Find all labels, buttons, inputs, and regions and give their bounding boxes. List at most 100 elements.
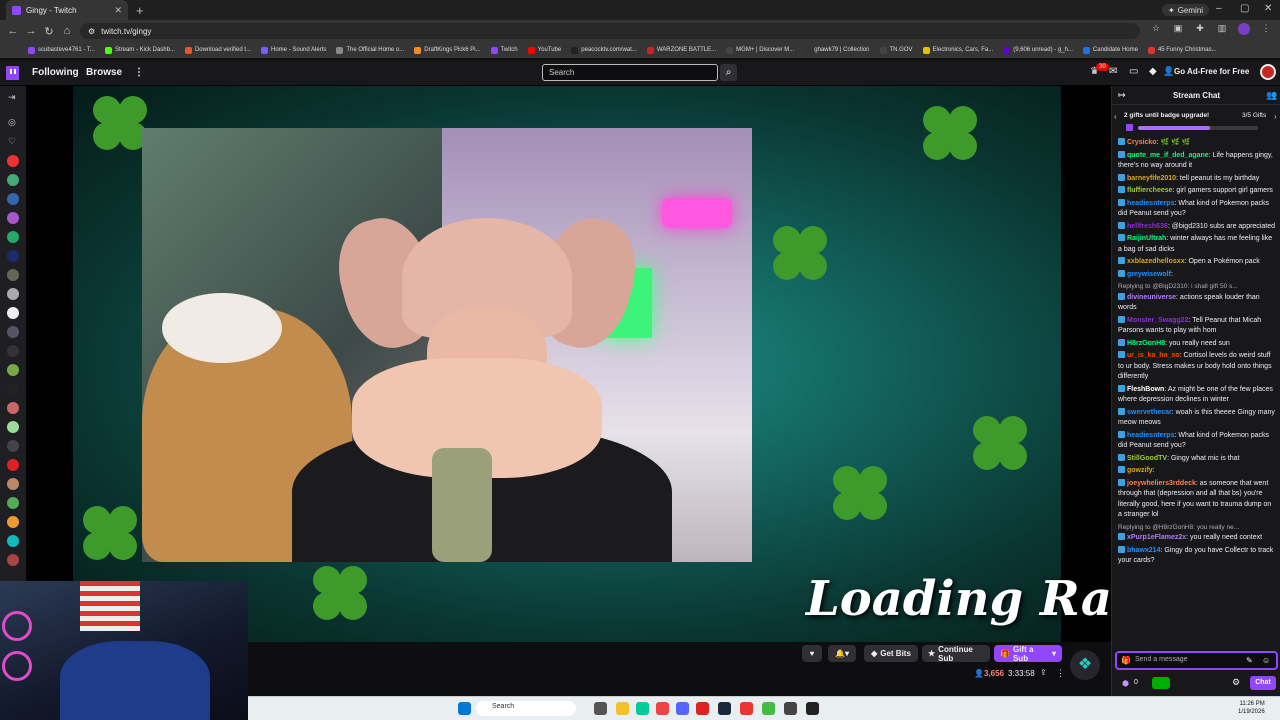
site-info-icon[interactable]: ⚙ bbox=[88, 27, 95, 36]
chat-username[interactable]: headiesnterps bbox=[1127, 432, 1174, 439]
continue-sub-button[interactable]: ★ Continue Sub bbox=[922, 645, 990, 663]
chat-username[interactable]: RaijinUltrah bbox=[1127, 235, 1166, 242]
search-icon[interactable]: ⌕ bbox=[720, 64, 737, 81]
bits-icon[interactable]: ◆ bbox=[1149, 66, 1157, 77]
chat-username[interactable]: hellfresh636 bbox=[1127, 223, 1168, 230]
chat-username[interactable]: joeywheliers3rddeck bbox=[1127, 480, 1196, 487]
edge-icon[interactable] bbox=[636, 702, 649, 715]
home-icon[interactable]: ⌂ bbox=[58, 25, 76, 37]
menu-icon[interactable]: ⋮ bbox=[1260, 23, 1272, 35]
channel-avatar[interactable] bbox=[7, 364, 19, 376]
chat-username[interactable]: FleshBown bbox=[1127, 386, 1164, 393]
app-icon[interactable] bbox=[696, 702, 709, 715]
minimize-icon[interactable]: – bbox=[1216, 3, 1222, 14]
inbox-icon[interactable]: ✉ bbox=[1109, 66, 1117, 77]
windows-start-icon[interactable] bbox=[458, 702, 471, 715]
chat-username[interactable]: swervethecar bbox=[1127, 409, 1172, 416]
browser-tab[interactable]: Gingy - Twitch ✕ bbox=[6, 0, 128, 20]
bookmark-item[interactable]: ghawk79 | Collection bbox=[804, 46, 870, 54]
chat-settings-icon[interactable]: ⚙ bbox=[1232, 677, 1240, 688]
extension-icon[interactable]: ▣ bbox=[1172, 23, 1184, 35]
chat-username[interactable]: xxblazedhellosxx bbox=[1127, 258, 1185, 265]
channel-avatar[interactable] bbox=[7, 326, 19, 338]
channel-avatar[interactable] bbox=[7, 402, 19, 414]
back-icon[interactable]: ← bbox=[4, 25, 22, 37]
bookmark-item[interactable]: peacocktv.com/wat... bbox=[571, 46, 637, 54]
next-icon[interactable]: › bbox=[1274, 112, 1277, 121]
chat-username[interactable]: bhawx214 bbox=[1127, 547, 1160, 554]
chat-username[interactable]: ur_is_ka_ha_so bbox=[1127, 352, 1180, 359]
bookmark-item[interactable]: (9,606 unread) - g_h... bbox=[1003, 46, 1073, 54]
channel-avatar[interactable] bbox=[7, 231, 19, 243]
chat-username[interactable]: H8rzGonH8 bbox=[1127, 340, 1165, 347]
bookmark-item[interactable]: The Official Home o... bbox=[336, 46, 404, 54]
channel-avatar[interactable] bbox=[7, 193, 19, 205]
url-field[interactable]: ⚙ twitch.tv/gingy bbox=[80, 23, 1140, 39]
app-icon[interactable] bbox=[806, 702, 819, 715]
twitch-logo-icon[interactable] bbox=[6, 66, 19, 80]
bookmark-item[interactable]: YouTube bbox=[527, 46, 561, 54]
share-icon[interactable]: ⇪ bbox=[1040, 668, 1047, 677]
window-close-icon[interactable]: ✕ bbox=[1264, 3, 1272, 14]
channel-avatar[interactable] bbox=[7, 478, 19, 490]
emote-picker-icon[interactable]: ☺ bbox=[1262, 656, 1270, 665]
expand-rail-icon[interactable]: ⇥ bbox=[8, 92, 16, 103]
prev-icon[interactable]: ‹ bbox=[1114, 112, 1117, 121]
user-avatar[interactable] bbox=[1260, 64, 1276, 80]
close-tab-icon[interactable]: ✕ bbox=[114, 5, 122, 16]
chat-input[interactable]: Send a message bbox=[1115, 651, 1278, 670]
chat-username[interactable]: gowzify bbox=[1127, 467, 1153, 474]
steam-icon[interactable] bbox=[718, 702, 731, 715]
channel-avatar[interactable] bbox=[7, 535, 19, 547]
browse-link[interactable]: Browse bbox=[86, 67, 122, 78]
bookmark-item[interactable]: 45 Funny Christmas... bbox=[1147, 46, 1217, 54]
maximize-icon[interactable]: ▢ bbox=[1240, 3, 1249, 14]
get-bits-button[interactable]: ◆ Get Bits bbox=[864, 645, 918, 662]
bookmark-item[interactable]: Home - Sound Alerts bbox=[261, 46, 326, 54]
channel-avatar[interactable] bbox=[7, 212, 19, 224]
bookmark-item[interactable]: TN.GOV bbox=[879, 46, 913, 54]
chat-username[interactable]: divineuniverse bbox=[1127, 294, 1176, 301]
community-icon[interactable]: 👥 bbox=[1266, 90, 1277, 101]
channel-avatar[interactable] bbox=[7, 155, 19, 167]
file-explorer-icon[interactable] bbox=[616, 702, 629, 715]
channel-avatar[interactable] bbox=[7, 269, 19, 281]
gift-chat-icon[interactable]: 🎁 bbox=[1121, 656, 1131, 665]
obs-icon[interactable] bbox=[784, 702, 797, 715]
reload-icon[interactable]: ↻ bbox=[40, 25, 58, 38]
chat-username[interactable]: quote_me_if_ded_agane bbox=[1127, 152, 1209, 159]
game-category-icon[interactable]: ❖ bbox=[1070, 650, 1100, 680]
bookmark-item[interactable]: WARZONE BATTLE... bbox=[646, 46, 716, 54]
chat-username[interactable]: greywisewolf bbox=[1127, 271, 1171, 278]
channel-avatar[interactable] bbox=[7, 516, 19, 528]
channel-points-icon[interactable]: ⬢ bbox=[1122, 679, 1129, 688]
channel-avatar[interactable] bbox=[7, 459, 19, 471]
notifications-bell-icon[interactable]: 🔔▾ bbox=[828, 645, 856, 662]
search-input[interactable]: Search bbox=[542, 64, 718, 81]
channel-avatar[interactable] bbox=[7, 554, 19, 566]
channel-avatar[interactable] bbox=[7, 497, 19, 509]
discord-icon[interactable] bbox=[676, 702, 689, 715]
chat-username[interactable]: StillGoodTV bbox=[1127, 455, 1167, 462]
gift-a-sub-button[interactable]: 🎁 Gift a Sub ▾ bbox=[994, 645, 1062, 663]
recommended-icon[interactable]: ◎ bbox=[8, 117, 16, 128]
channel-avatar[interactable] bbox=[7, 383, 19, 395]
video-player[interactable]: Loading Raid bbox=[26, 86, 1111, 642]
whispers-icon[interactable]: ▭ bbox=[1129, 66, 1138, 77]
heart-icon[interactable]: ♡ bbox=[8, 136, 16, 147]
more-menu-icon[interactable]: ⋮ bbox=[134, 67, 144, 78]
bookmark-item[interactable]: Stream - Kick Dashb... bbox=[104, 46, 175, 54]
bookmark-item[interactable]: scubasteve4761 - T... bbox=[28, 46, 95, 54]
more-options-icon[interactable]: ⋮ bbox=[1056, 668, 1065, 679]
go-ad-free-button[interactable]: Go Ad-Free for Free bbox=[1174, 67, 1249, 76]
channel-avatar[interactable] bbox=[7, 440, 19, 452]
puzzle-icon[interactable]: ✚ bbox=[1194, 23, 1206, 35]
bookmark-item[interactable]: MGM+ | Discover M... bbox=[726, 46, 794, 54]
app-icon[interactable] bbox=[762, 702, 775, 715]
gemini-button[interactable]: ✦ Gemini bbox=[1162, 4, 1210, 16]
new-tab-button[interactable]: + bbox=[136, 3, 144, 18]
bookmark-item[interactable]: Download verified t... bbox=[184, 46, 251, 54]
chat-username[interactable]: Monster_Swagg22 bbox=[1127, 317, 1188, 324]
profile-avatar[interactable] bbox=[1238, 23, 1250, 35]
forward-icon[interactable]: → bbox=[22, 25, 40, 37]
